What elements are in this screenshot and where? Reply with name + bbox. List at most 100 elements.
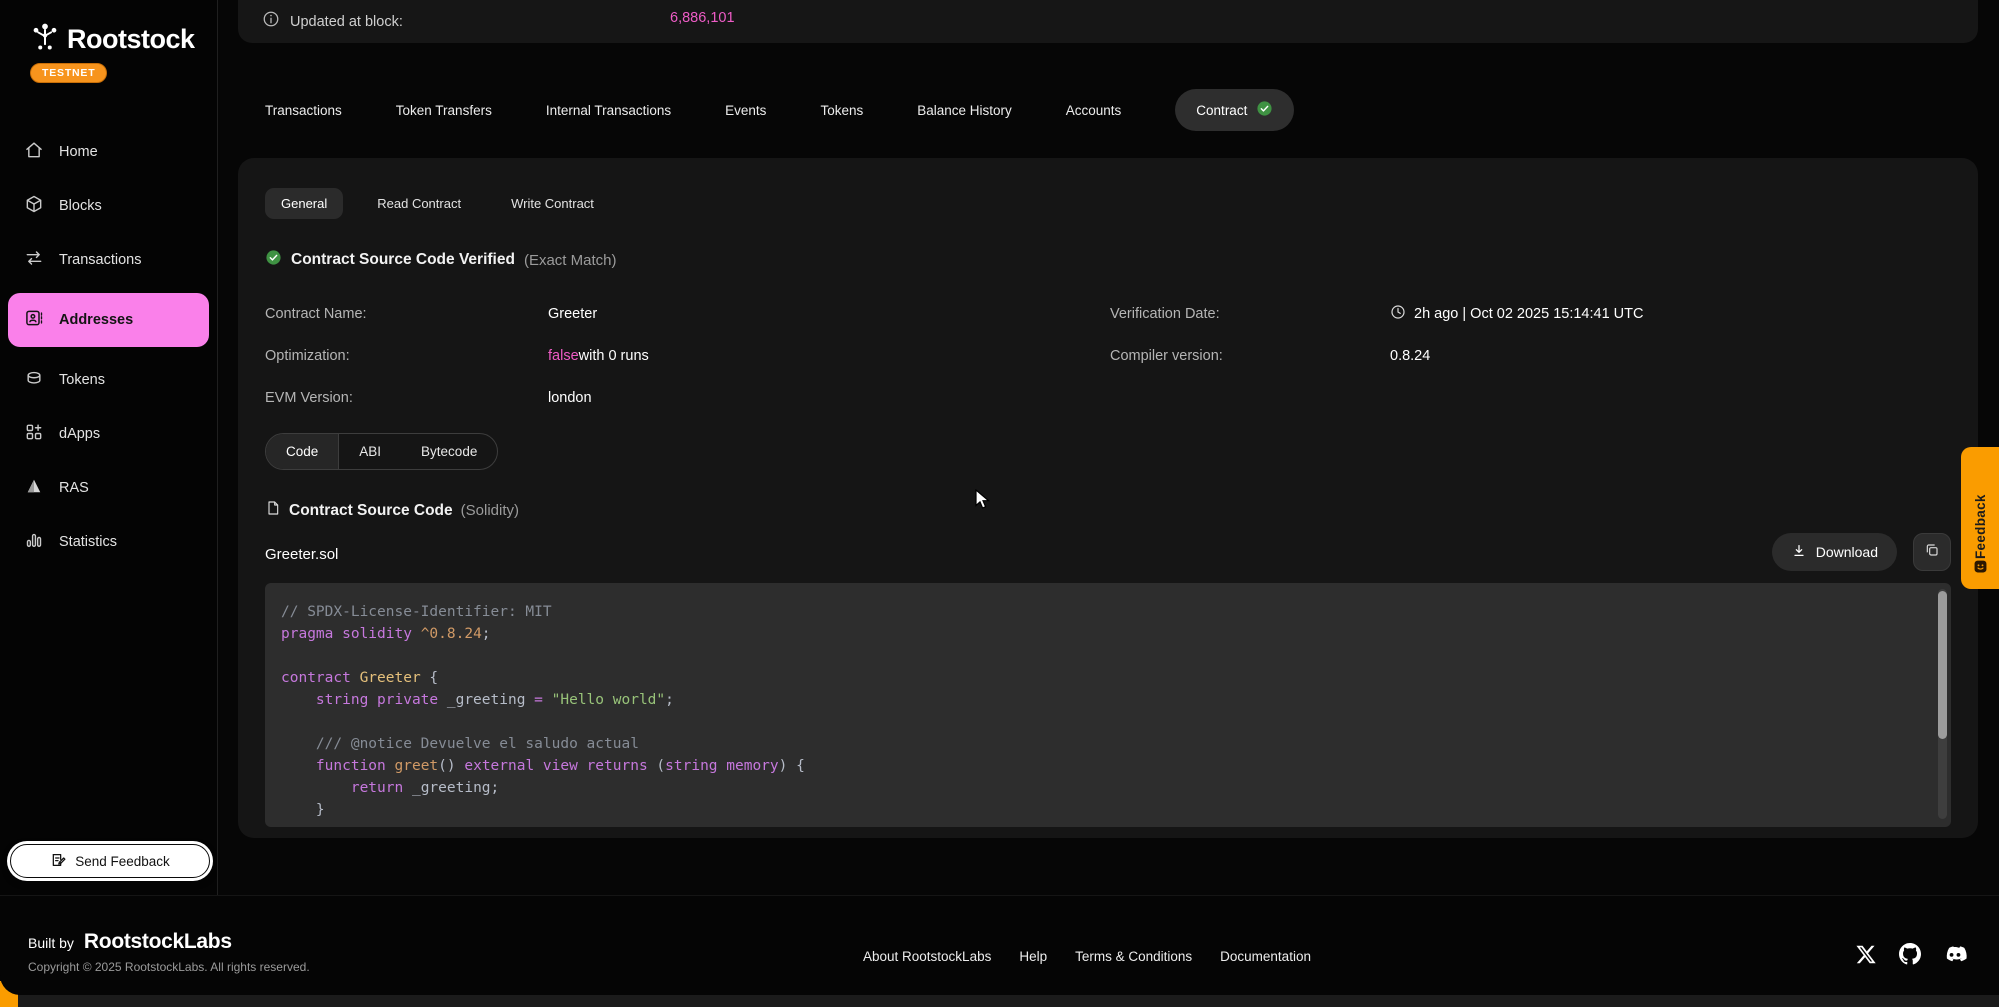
sidebar-item-label: Home [59, 144, 98, 160]
sidebar-item-label: RAS [59, 480, 89, 496]
source-code-viewer[interactable]: // SPDX-License-Identifier: MITpragma so… [265, 583, 1951, 827]
send-feedback-button[interactable]: Send Feedback [10, 844, 210, 878]
testnet-badge: TESTNET [30, 63, 107, 83]
evm-version-value: london [548, 377, 1110, 419]
evm-version-label: EVM Version: [265, 377, 548, 419]
segment-abi[interactable]: ABI [339, 434, 401, 469]
optimization-flag: false [548, 348, 579, 364]
file-row: Greeter.sol Download [265, 533, 1951, 571]
footer-link-terms[interactable]: Terms & Conditions [1075, 949, 1192, 964]
info-icon[interactable] [262, 10, 280, 33]
sidebar-item-addresses[interactable]: Addresses [8, 293, 209, 347]
triangle-icon [24, 476, 44, 500]
contract-subtabs: General Read Contract Write Contract [265, 188, 1951, 219]
footer-link-help[interactable]: Help [1019, 949, 1047, 964]
feedback-side-tab[interactable]: Feedback [1961, 447, 1999, 589]
tab-contract[interactable]: Contract [1175, 89, 1294, 131]
home-icon [24, 140, 44, 164]
tab-token-transfers[interactable]: Token Transfers [396, 103, 492, 118]
tab-transactions[interactable]: Transactions [265, 103, 342, 118]
code-scrollbar-thumb[interactable] [1938, 591, 1947, 739]
sidebar: Rootstock TESTNET Home Blocks Transactio… [0, 0, 218, 895]
clock-icon [1390, 304, 1406, 324]
updated-at-block-label: Updated at block: [290, 14, 403, 30]
segment-bytecode[interactable]: Bytecode [401, 434, 497, 469]
code-content: // SPDX-License-Identifier: MITpragma so… [281, 601, 1927, 821]
footer-link-documentation[interactable]: Documentation [1220, 949, 1311, 964]
verified-check-icon [1256, 100, 1273, 120]
feedback-pencil-icon [50, 852, 66, 871]
subtab-general[interactable]: General [265, 188, 343, 219]
verification-date-text: 2h ago | Oct 02 2025 15:14:41 UTC [1414, 306, 1643, 322]
feedback-tab-label: Feedback [1973, 461, 1988, 559]
verified-title: Contract Source Code Verified [291, 251, 515, 269]
footer-links: About RootstockLabs Help Terms & Conditi… [863, 949, 1311, 964]
sidebar-item-label: Blocks [59, 198, 102, 214]
tab-events[interactable]: Events [725, 103, 766, 118]
download-button[interactable]: Download [1772, 533, 1897, 571]
sidebar-item-home[interactable]: Home [8, 131, 209, 173]
copyright-text: Copyright © 2025 RootstockLabs. All righ… [28, 960, 310, 974]
copy-button[interactable] [1913, 533, 1951, 571]
tab-tokens[interactable]: Tokens [820, 103, 863, 118]
download-icon [1791, 543, 1807, 562]
optimization-label: Optimization: [265, 335, 548, 377]
discord-icon[interactable] [1943, 942, 1967, 966]
x-twitter-icon[interactable] [1856, 944, 1877, 965]
sidebar-item-transactions[interactable]: Transactions [8, 239, 209, 281]
tab-internal-transactions[interactable]: Internal Transactions [546, 103, 671, 118]
subtab-write-contract[interactable]: Write Contract [495, 188, 610, 219]
document-icon [265, 500, 281, 521]
source-heading: Contract Source Code (Solidity) [265, 500, 1951, 521]
compiler-value: 0.8.24 [1390, 335, 1951, 377]
subtab-read-contract[interactable]: Read Contract [361, 188, 477, 219]
tab-balance-history[interactable]: Balance History [917, 103, 1012, 118]
rootstocklabs-wordmark[interactable]: RootstockLabs [84, 930, 232, 954]
feedback-smiley-icon [1973, 559, 1988, 579]
sidebar-item-label: Statistics [59, 534, 117, 550]
app-window: Rootstock TESTNET Home Blocks Transactio… [0, 0, 1999, 1007]
code-view-switch: Code ABI Bytecode [265, 433, 498, 470]
segment-code[interactable]: Code [266, 434, 339, 469]
footer-link-about[interactable]: About RootstockLabs [863, 949, 991, 964]
send-feedback-label: Send Feedback [75, 854, 170, 869]
bar-chart-icon [24, 530, 44, 554]
contract-name-label: Contract Name: [265, 293, 548, 335]
filename: Greeter.sol [265, 546, 338, 571]
coin-icon [24, 368, 44, 392]
optimization-value: false with 0 runs [548, 335, 1110, 377]
sidebar-item-tokens[interactable]: Tokens [8, 359, 209, 401]
sidebar-item-label: Tokens [59, 372, 105, 388]
sidebar-item-statistics[interactable]: Statistics [8, 521, 209, 563]
verified-match: (Exact Match) [524, 252, 617, 269]
sidebar-nav: Home Blocks Transactions Addresses Token… [0, 125, 217, 569]
tab-accounts[interactable]: Accounts [1066, 103, 1122, 118]
download-label: Download [1816, 544, 1878, 560]
status-bar: Updated at block: 6,886,101 [238, 0, 1978, 43]
contract-name-value: Greeter [548, 293, 1110, 335]
built-by-label: Built by [28, 935, 74, 951]
contact-card-icon [24, 308, 44, 332]
source-title: Contract Source Code [289, 502, 453, 520]
verification-date-value: 2h ago | Oct 02 2025 15:14:41 UTC [1390, 293, 1951, 335]
verification-details: Contract Name: Greeter Verification Date… [265, 293, 1951, 419]
brand-block[interactable]: Rootstock TESTNET [0, 0, 217, 83]
swap-arrows-icon [24, 248, 44, 272]
rootstock-logo-icon [30, 22, 60, 57]
sidebar-item-label: Addresses [59, 312, 133, 328]
cube-icon [24, 194, 44, 218]
brand-name: Rootstock [67, 24, 195, 55]
address-tabs: Transactions Token Transfers Internal Tr… [265, 88, 1294, 132]
github-icon[interactable] [1899, 943, 1921, 965]
source-language: (Solidity) [461, 502, 519, 519]
sidebar-item-ras[interactable]: RAS [8, 467, 209, 509]
page-bottom-strip [0, 995, 1999, 1007]
verified-banner: Contract Source Code Verified (Exact Mat… [265, 249, 1951, 271]
compiler-label: Compiler version: [1110, 335, 1390, 377]
copy-icon [1924, 542, 1940, 563]
sidebar-item-blocks[interactable]: Blocks [8, 185, 209, 227]
footer: Built by RootstockLabs Copyright © 2025 … [0, 895, 1999, 995]
sidebar-item-dapps[interactable]: dApps [8, 413, 209, 455]
block-number-link[interactable]: 6,886,101 [670, 10, 735, 26]
main-content: Updated at block: 6,886,101 Transactions… [218, 0, 1999, 895]
